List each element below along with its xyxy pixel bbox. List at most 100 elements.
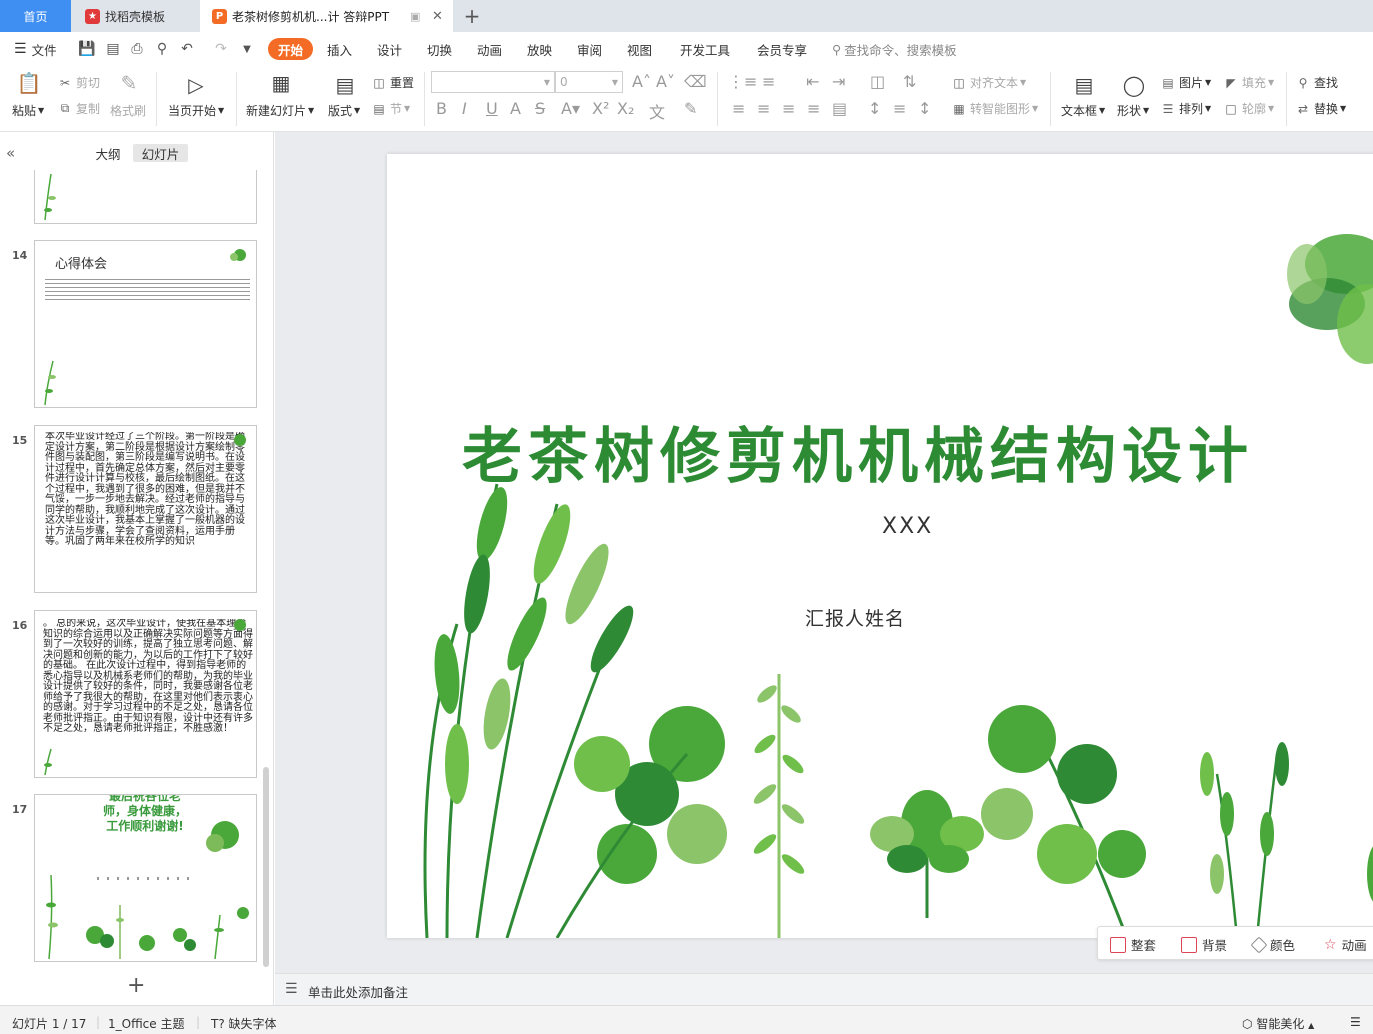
superscript-icon[interactable]: X² <box>592 99 609 118</box>
text-effect-icon[interactable]: A <box>510 99 521 118</box>
strikethrough-icon[interactable]: S <box>535 99 545 118</box>
beautify-button[interactable]: ⬡ 智能美化 ▲ <box>1242 1015 1314 1032</box>
font-size-select[interactable]: 0 ▼ <box>555 71 623 93</box>
slide-thumbnail-13[interactable] <box>34 170 257 224</box>
subscript-icon[interactable]: X₂ <box>617 99 634 118</box>
new-slide-button[interactable]: 新建幻灯片 ▼ <box>246 102 314 119</box>
notes-bar[interactable]: ☰ 单击此处添加备注 <box>275 973 1373 1005</box>
preview-icon[interactable]: ⚲ <box>153 40 171 58</box>
menu-start[interactable]: 开始 <box>268 38 314 60</box>
tab-document[interactable]: P 老茶树修剪机机...计 答辩PPT ▣ ✕ <box>200 0 453 32</box>
shape-icon[interactable]: ◯ <box>1121 72 1147 98</box>
tab-outline[interactable]: 大纲 <box>88 144 128 162</box>
column-icon[interactable]: ↕ <box>918 99 931 118</box>
save-icon[interactable]: 💾 <box>78 40 96 58</box>
new-tab-button[interactable]: + <box>458 0 486 32</box>
add-slide-icon[interactable]: + <box>127 973 145 998</box>
missing-font-button[interactable]: T? 缺失字体 <box>211 1015 277 1032</box>
text-direction-icon[interactable]: ⇅ <box>903 72 916 91</box>
reset-button[interactable]: ◫ 重置 <box>371 74 414 91</box>
text-box-size-icon[interactable]: ◫ <box>870 72 885 91</box>
play-icon[interactable]: ▷ <box>183 72 209 98</box>
find-button[interactable]: ⚲ 查找 <box>1295 74 1338 91</box>
start-from-current-button[interactable]: 当页开始 ▼ <box>168 102 224 119</box>
menu-member[interactable]: 会员专享 <box>757 32 807 66</box>
command-search[interactable]: ⚲ 查找命令、搜索模板 <box>832 32 957 66</box>
print-icon[interactable]: ⎙ <box>128 40 146 58</box>
pin-icon[interactable]: ▣ <box>410 10 420 23</box>
copy-button[interactable]: ⧉ 复制 <box>57 100 100 117</box>
menu-transition[interactable]: 切换 <box>427 32 452 66</box>
align-right-icon[interactable]: ≡ <box>782 99 795 118</box>
numbering-icon[interactable]: ≡ <box>762 72 775 91</box>
brush-icon[interactable]: ✎ <box>116 70 142 96</box>
font-family-select[interactable]: ▼ <box>431 71 555 93</box>
shape-button[interactable]: 形状 ▼ <box>1117 102 1149 119</box>
collapse-icon[interactable]: « <box>6 144 15 162</box>
slide-title[interactable]: 老茶树修剪机机械结构设计 <box>462 408 1254 495</box>
font-color-icon[interactable]: A▾ <box>561 99 580 118</box>
menu-developer[interactable]: 开发工具 <box>680 32 730 66</box>
color-button[interactable]: 颜色 <box>1250 935 1295 954</box>
slide-subtitle[interactable]: XXX <box>882 514 933 539</box>
slide-thumbnail-15[interactable]: 本次毕业设计经过了三个阶段。第一阶段是确定设计方案，第二阶段是根据设计方案绘制零… <box>34 425 257 593</box>
shrink-font-icon[interactable]: A˅ <box>656 72 675 91</box>
align-center-icon[interactable]: ≡ <box>757 99 770 118</box>
full-set-button[interactable]: 整套 <box>1110 935 1156 954</box>
paste-icon[interactable]: 📋 <box>16 70 42 96</box>
close-icon[interactable]: ✕ <box>432 9 443 24</box>
slide-thumbnail-14[interactable]: 心得体会 <box>34 240 257 408</box>
theme-name[interactable]: 1_Office 主题 <box>108 1015 184 1032</box>
bold-icon[interactable]: B <box>436 99 447 118</box>
replace-button[interactable]: ⇄ 替换 ▼ <box>1295 100 1346 117</box>
outdent-icon[interactable]: ⇤ <box>806 72 819 91</box>
menu-slideshow[interactable]: 放映 <box>527 32 552 66</box>
eraser-icon[interactable]: ⌫ <box>684 72 707 91</box>
menu-review[interactable]: 审阅 <box>577 32 602 66</box>
slide-thumbnail-16[interactable]: 。 总的来说，这次毕业设计，使我在基本理论知识的综合运用以及正确解决实际问题等方… <box>34 610 257 778</box>
layout-icon[interactable]: ▤ <box>332 72 358 98</box>
phonetic-icon[interactable]: 文 <box>649 99 665 123</box>
panel-scrollbar[interactable] <box>263 767 269 967</box>
paste-button[interactable]: 粘贴 ▼ <box>12 102 44 119</box>
layout-button[interactable]: 版式 ▼ <box>328 102 360 119</box>
slide-thumbnail-17[interactable]: 最后祝各位老师，身体健康，工作顺利谢谢! <box>34 794 257 962</box>
text-box-button[interactable]: 文本框 ▼ <box>1061 102 1105 119</box>
tab-template[interactable]: ★ 找稻壳模板 <box>73 0 198 32</box>
justify-icon[interactable]: ≡ <box>807 99 820 118</box>
redo-icon[interactable]: ↷ <box>212 40 230 58</box>
arrange-button[interactable]: ☰ 排列 ▼ <box>1160 100 1212 117</box>
notes-toggle-icon[interactable]: ☰ <box>1350 1015 1361 1029</box>
paragraph-spacing-icon[interactable]: ≡ <box>893 99 906 118</box>
text-box-icon[interactable]: ▤ <box>1071 72 1097 98</box>
cut-button[interactable]: ✂ 剪切 <box>57 74 100 91</box>
format-painter-button[interactable]: 格式刷 <box>110 102 146 119</box>
file-menu[interactable]: ☰ 文件 <box>14 32 57 66</box>
slide-canvas[interactable]: 老茶树修剪机机械结构设计 XXX 汇报人姓名 <box>387 154 1373 938</box>
tab-home[interactable]: 首页 <box>0 0 71 32</box>
picture-button[interactable]: ▤ 图片 ▼ <box>1160 74 1211 91</box>
menu-view[interactable]: 视图 <box>627 32 652 66</box>
customize-icon[interactable]: ▼ <box>238 40 256 58</box>
highlight-icon[interactable]: ✎ <box>684 99 697 118</box>
italic-icon[interactable]: I <box>462 99 467 118</box>
underline-icon[interactable]: U <box>486 99 498 118</box>
smart-shape-button[interactable]: ▦ 转智能图形 ▼ <box>951 100 1038 117</box>
line-spacing-icon[interactable]: ↕ <box>868 99 881 118</box>
new-slide-icon[interactable]: ▦ <box>268 70 294 96</box>
undo-icon[interactable]: ↶ <box>178 40 196 58</box>
export-icon[interactable]: ▤ <box>104 40 122 58</box>
menu-design[interactable]: 设计 <box>377 32 402 66</box>
distribute-icon[interactable]: ▤ <box>832 99 847 118</box>
indent-icon[interactable]: ⇥ <box>832 72 845 91</box>
align-text-button[interactable]: ◫ 对齐文本 ▼ <box>951 74 1026 91</box>
menu-animation[interactable]: 动画 <box>477 32 502 66</box>
align-left-icon[interactable]: ≡ <box>732 99 745 118</box>
fill-button[interactable]: ◤ 填充 ▼ <box>1223 74 1274 91</box>
background-button[interactable]: 背景 <box>1181 935 1227 954</box>
outline-button[interactable]: □ 轮廓 ▼ <box>1223 100 1274 117</box>
grow-font-icon[interactable]: A˄ <box>632 72 651 91</box>
menu-insert[interactable]: 插入 <box>327 32 352 66</box>
tab-slides[interactable]: 幻灯片 <box>133 144 188 162</box>
slide-reporter[interactable]: 汇报人姓名 <box>805 604 905 631</box>
